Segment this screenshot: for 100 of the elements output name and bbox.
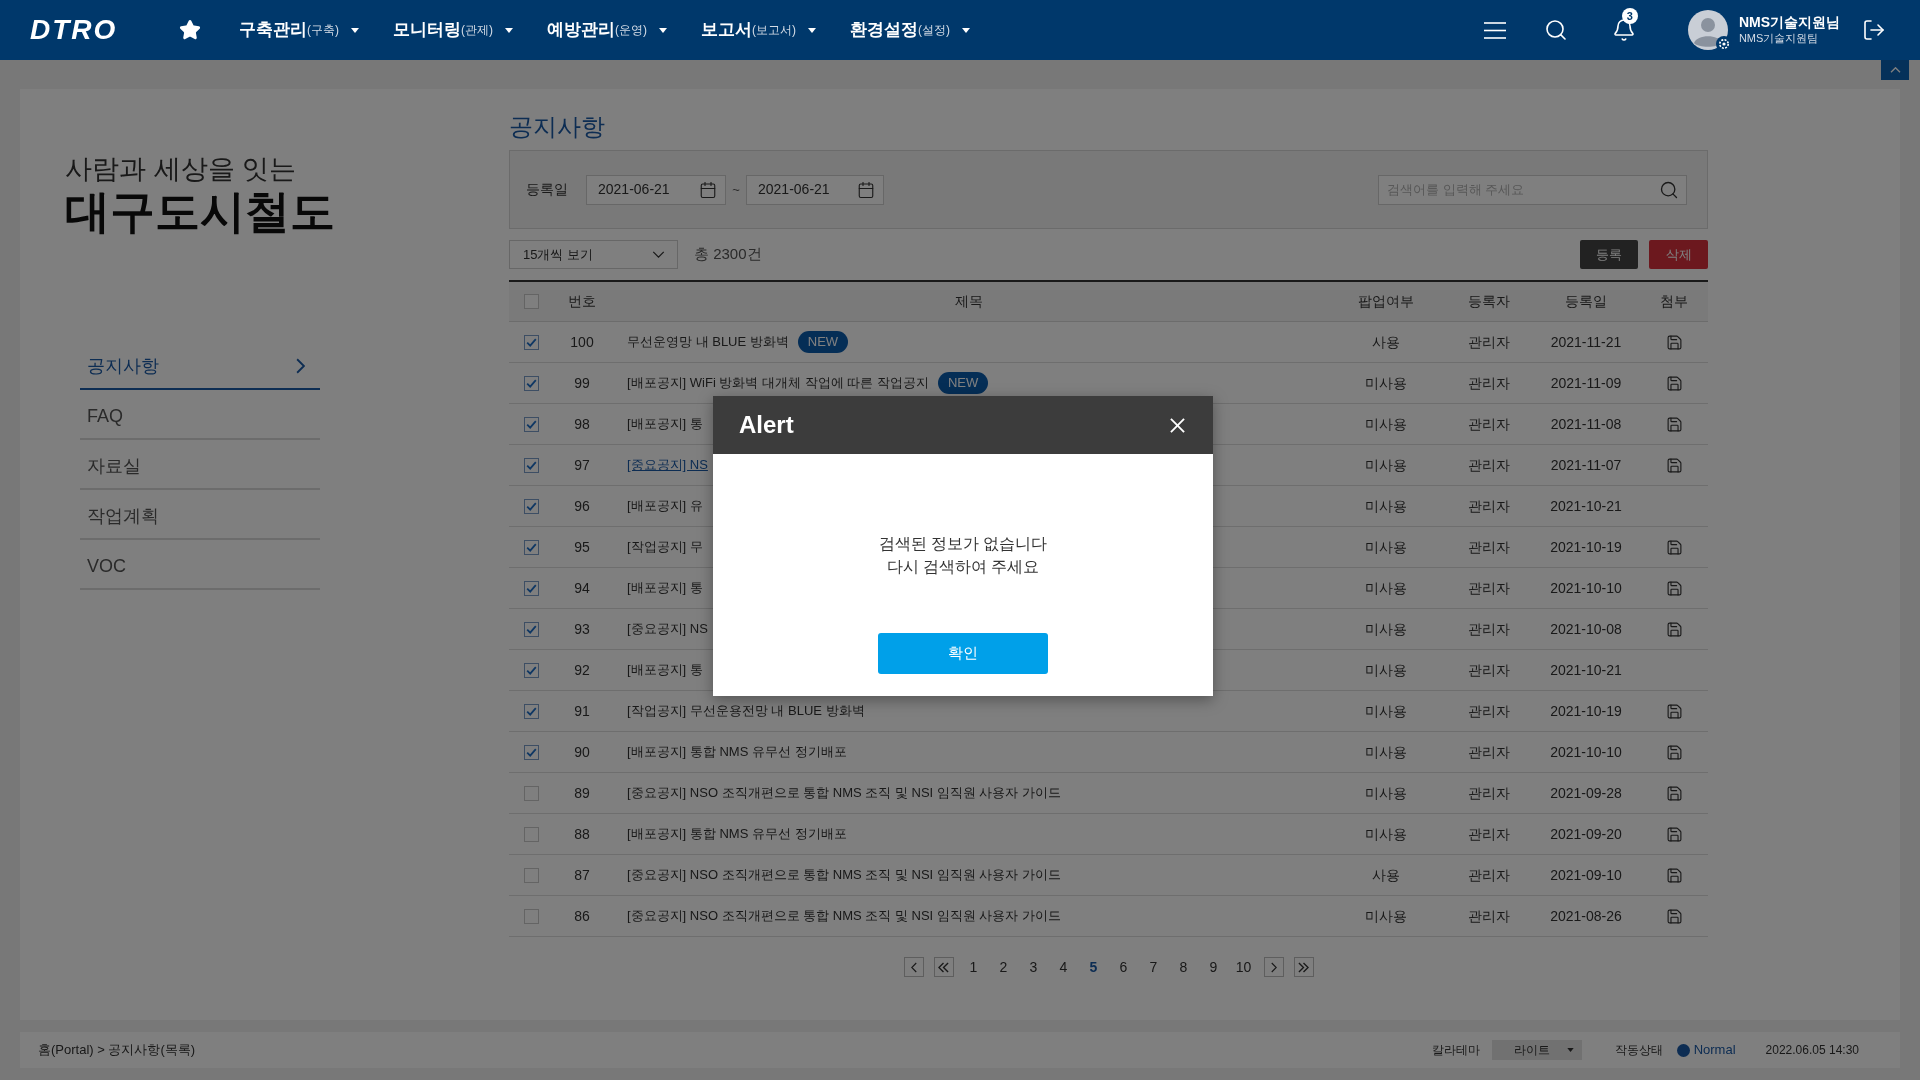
notice-title[interactable]: [작업공지] 무선운용전망 내 BLUE 방화벽 [627, 701, 865, 721]
table-cell-text: 2021-11-09 [1550, 373, 1622, 393]
notice-title[interactable]: [중요공지] NSO 조직개편으로 통합 NMS 조직 및 NSI 임직원 사용자 가이드 [627, 783, 1062, 803]
table-cell-text: 2021-10-19 [1550, 701, 1622, 721]
page-button[interactable]: 10 [1233, 957, 1254, 977]
table-cell-text: 2021-08-26 [1550, 906, 1622, 926]
caret-icon [659, 27, 667, 33]
notice-title[interactable]: 무선운영망 내 BLUE 방화벽 [627, 332, 789, 352]
notice-title[interactable]: [배포공지] 유 [627, 496, 703, 516]
checkbox[interactable] [523, 621, 539, 637]
checkbox[interactable] [523, 785, 539, 801]
table-cell-text: 관리자 [1468, 824, 1510, 844]
status-label: 작동상태 [1614, 1042, 1663, 1059]
checkbox[interactable] [523, 744, 539, 760]
sidebar-item[interactable]: 작업계획 [80, 490, 320, 540]
status-value: Normal [1693, 1041, 1736, 1060]
first-page-button[interactable] [933, 957, 954, 977]
menu-item[interactable]: 구축관리(구축) [239, 17, 359, 43]
table-cell-text: 100 [570, 332, 594, 352]
checkbox[interactable] [523, 498, 539, 514]
star-icon[interactable] [179, 19, 201, 41]
notice-title[interactable]: [배포공지] 통 [627, 578, 703, 598]
prev-page-button[interactable] [903, 957, 924, 977]
menu-item[interactable]: 예방관리(운영) [547, 17, 667, 43]
date-field[interactable]: 2021-06-21 [746, 174, 884, 205]
scroll-top-button[interactable] [1881, 60, 1909, 80]
table-cell-text: 미사용 [1365, 619, 1407, 639]
last-page-button[interactable] [1293, 957, 1314, 977]
page-button[interactable]: 2 [993, 957, 1014, 977]
checkbox[interactable] [523, 416, 539, 432]
checkbox[interactable] [523, 580, 539, 596]
menu-item[interactable]: 보고서(보고서) [701, 17, 816, 43]
table-cell-text: 관리자 [1468, 742, 1510, 762]
sidebar-item[interactable]: 자료실 [80, 440, 320, 490]
table-cell-text: 97 [574, 455, 590, 475]
page-button[interactable]: 5 [1083, 957, 1104, 977]
sidebar-item[interactable]: 공지사항 [80, 340, 320, 390]
register-button[interactable]: 등록 [1580, 240, 1638, 269]
calendar-icon[interactable] [857, 180, 875, 199]
caret-icon [505, 27, 513, 33]
checkbox[interactable] [523, 375, 539, 391]
checkbox[interactable] [523, 457, 539, 473]
table-cell-text: 관리자 [1468, 578, 1510, 598]
sidebar-item[interactable]: VOC [80, 540, 320, 590]
checkbox[interactable] [523, 867, 539, 883]
table-cell-text: 2021-10-10 [1550, 578, 1622, 598]
delete-button[interactable]: 삭제 [1649, 240, 1708, 269]
table-cell-text: 관리자 [1468, 906, 1510, 926]
page-button[interactable]: 9 [1203, 957, 1224, 977]
next-page-button[interactable] [1263, 957, 1284, 977]
notice-title[interactable]: [배포공지] 통합 NMS 유무선 정기배포 [627, 742, 847, 762]
logo[interactable]: DTRO [30, 16, 130, 44]
new-badge: NEW [937, 372, 989, 394]
avatar-icon[interactable] [1687, 10, 1728, 50]
theme-select[interactable]: 라이트 [1491, 1040, 1582, 1060]
date-field[interactable]: 2021-06-21 [586, 174, 726, 205]
confirm-button[interactable]: 확인 [878, 633, 1048, 674]
table-cell-text: 90 [574, 742, 590, 762]
page-button[interactable]: 1 [963, 957, 984, 977]
menu-icon[interactable] [1483, 21, 1506, 39]
table-cell-text: 2021-11-07 [1550, 455, 1622, 475]
notice-title[interactable]: [배포공지] 통 [627, 660, 703, 680]
checkbox[interactable] [523, 826, 539, 842]
calendar-icon[interactable] [699, 180, 717, 199]
logout-icon[interactable] [1862, 18, 1886, 42]
checkbox[interactable] [523, 334, 539, 350]
sidebar-item[interactable]: FAQ [80, 390, 320, 440]
table-cell-text: 91 [574, 701, 590, 721]
table-cell-text: 미사용 [1365, 783, 1407, 803]
menu-item[interactable]: 환경설정(설정) [850, 17, 970, 43]
page-size-select[interactable]: 15개씩 보기 [509, 240, 678, 269]
column-header: 번호 [568, 292, 596, 311]
column-header: 등록자 [1468, 292, 1510, 311]
notice-title[interactable]: [배포공지] 통 [627, 414, 703, 434]
caret-icon [1566, 1048, 1574, 1052]
close-icon[interactable] [1170, 417, 1185, 433]
bell-icon[interactable] [1611, 18, 1636, 42]
checkbox[interactable] [523, 662, 539, 678]
page-button[interactable]: 6 [1113, 957, 1134, 977]
menu-item[interactable]: 모니터링(관제) [393, 17, 513, 43]
table-cell-text: 99 [574, 373, 590, 393]
page-button[interactable]: 8 [1173, 957, 1194, 977]
page-button[interactable]: 7 [1143, 957, 1164, 977]
notice-title[interactable]: [중요공지] NSO 조직개편으로 통합 NMS 조직 및 NSI 임직원 사용자 가이드 [627, 865, 1062, 885]
page-button[interactable]: 4 [1053, 957, 1074, 977]
notice-title[interactable]: [배포공지] WiFi 방화벽 대개체 작업에 따른 작업공지 [627, 373, 929, 393]
notice-title[interactable]: [중요공지] NS [627, 619, 708, 639]
date-separator: ~ [731, 180, 741, 199]
checkbox[interactable] [523, 908, 539, 924]
notice-title[interactable]: [중요공지] NSO 조직개편으로 통합 NMS 조직 및 NSI 임직원 사용자 가이드 [627, 906, 1062, 926]
checkbox[interactable] [523, 703, 539, 719]
checkbox[interactable] [523, 294, 539, 309]
notice-title[interactable]: [중요공지] NS [627, 455, 708, 475]
page-button[interactable]: 3 [1023, 957, 1044, 977]
notice-title[interactable]: [배포공지] 통합 NMS 유무선 정기배포 [627, 824, 847, 844]
notice-title[interactable]: [작업공지] 무 [627, 537, 703, 557]
table-cell-text: 94 [574, 578, 590, 598]
table-cell-text: 관리자 [1468, 373, 1510, 393]
checkbox[interactable] [523, 539, 539, 555]
search-icon[interactable] [1543, 18, 1568, 42]
